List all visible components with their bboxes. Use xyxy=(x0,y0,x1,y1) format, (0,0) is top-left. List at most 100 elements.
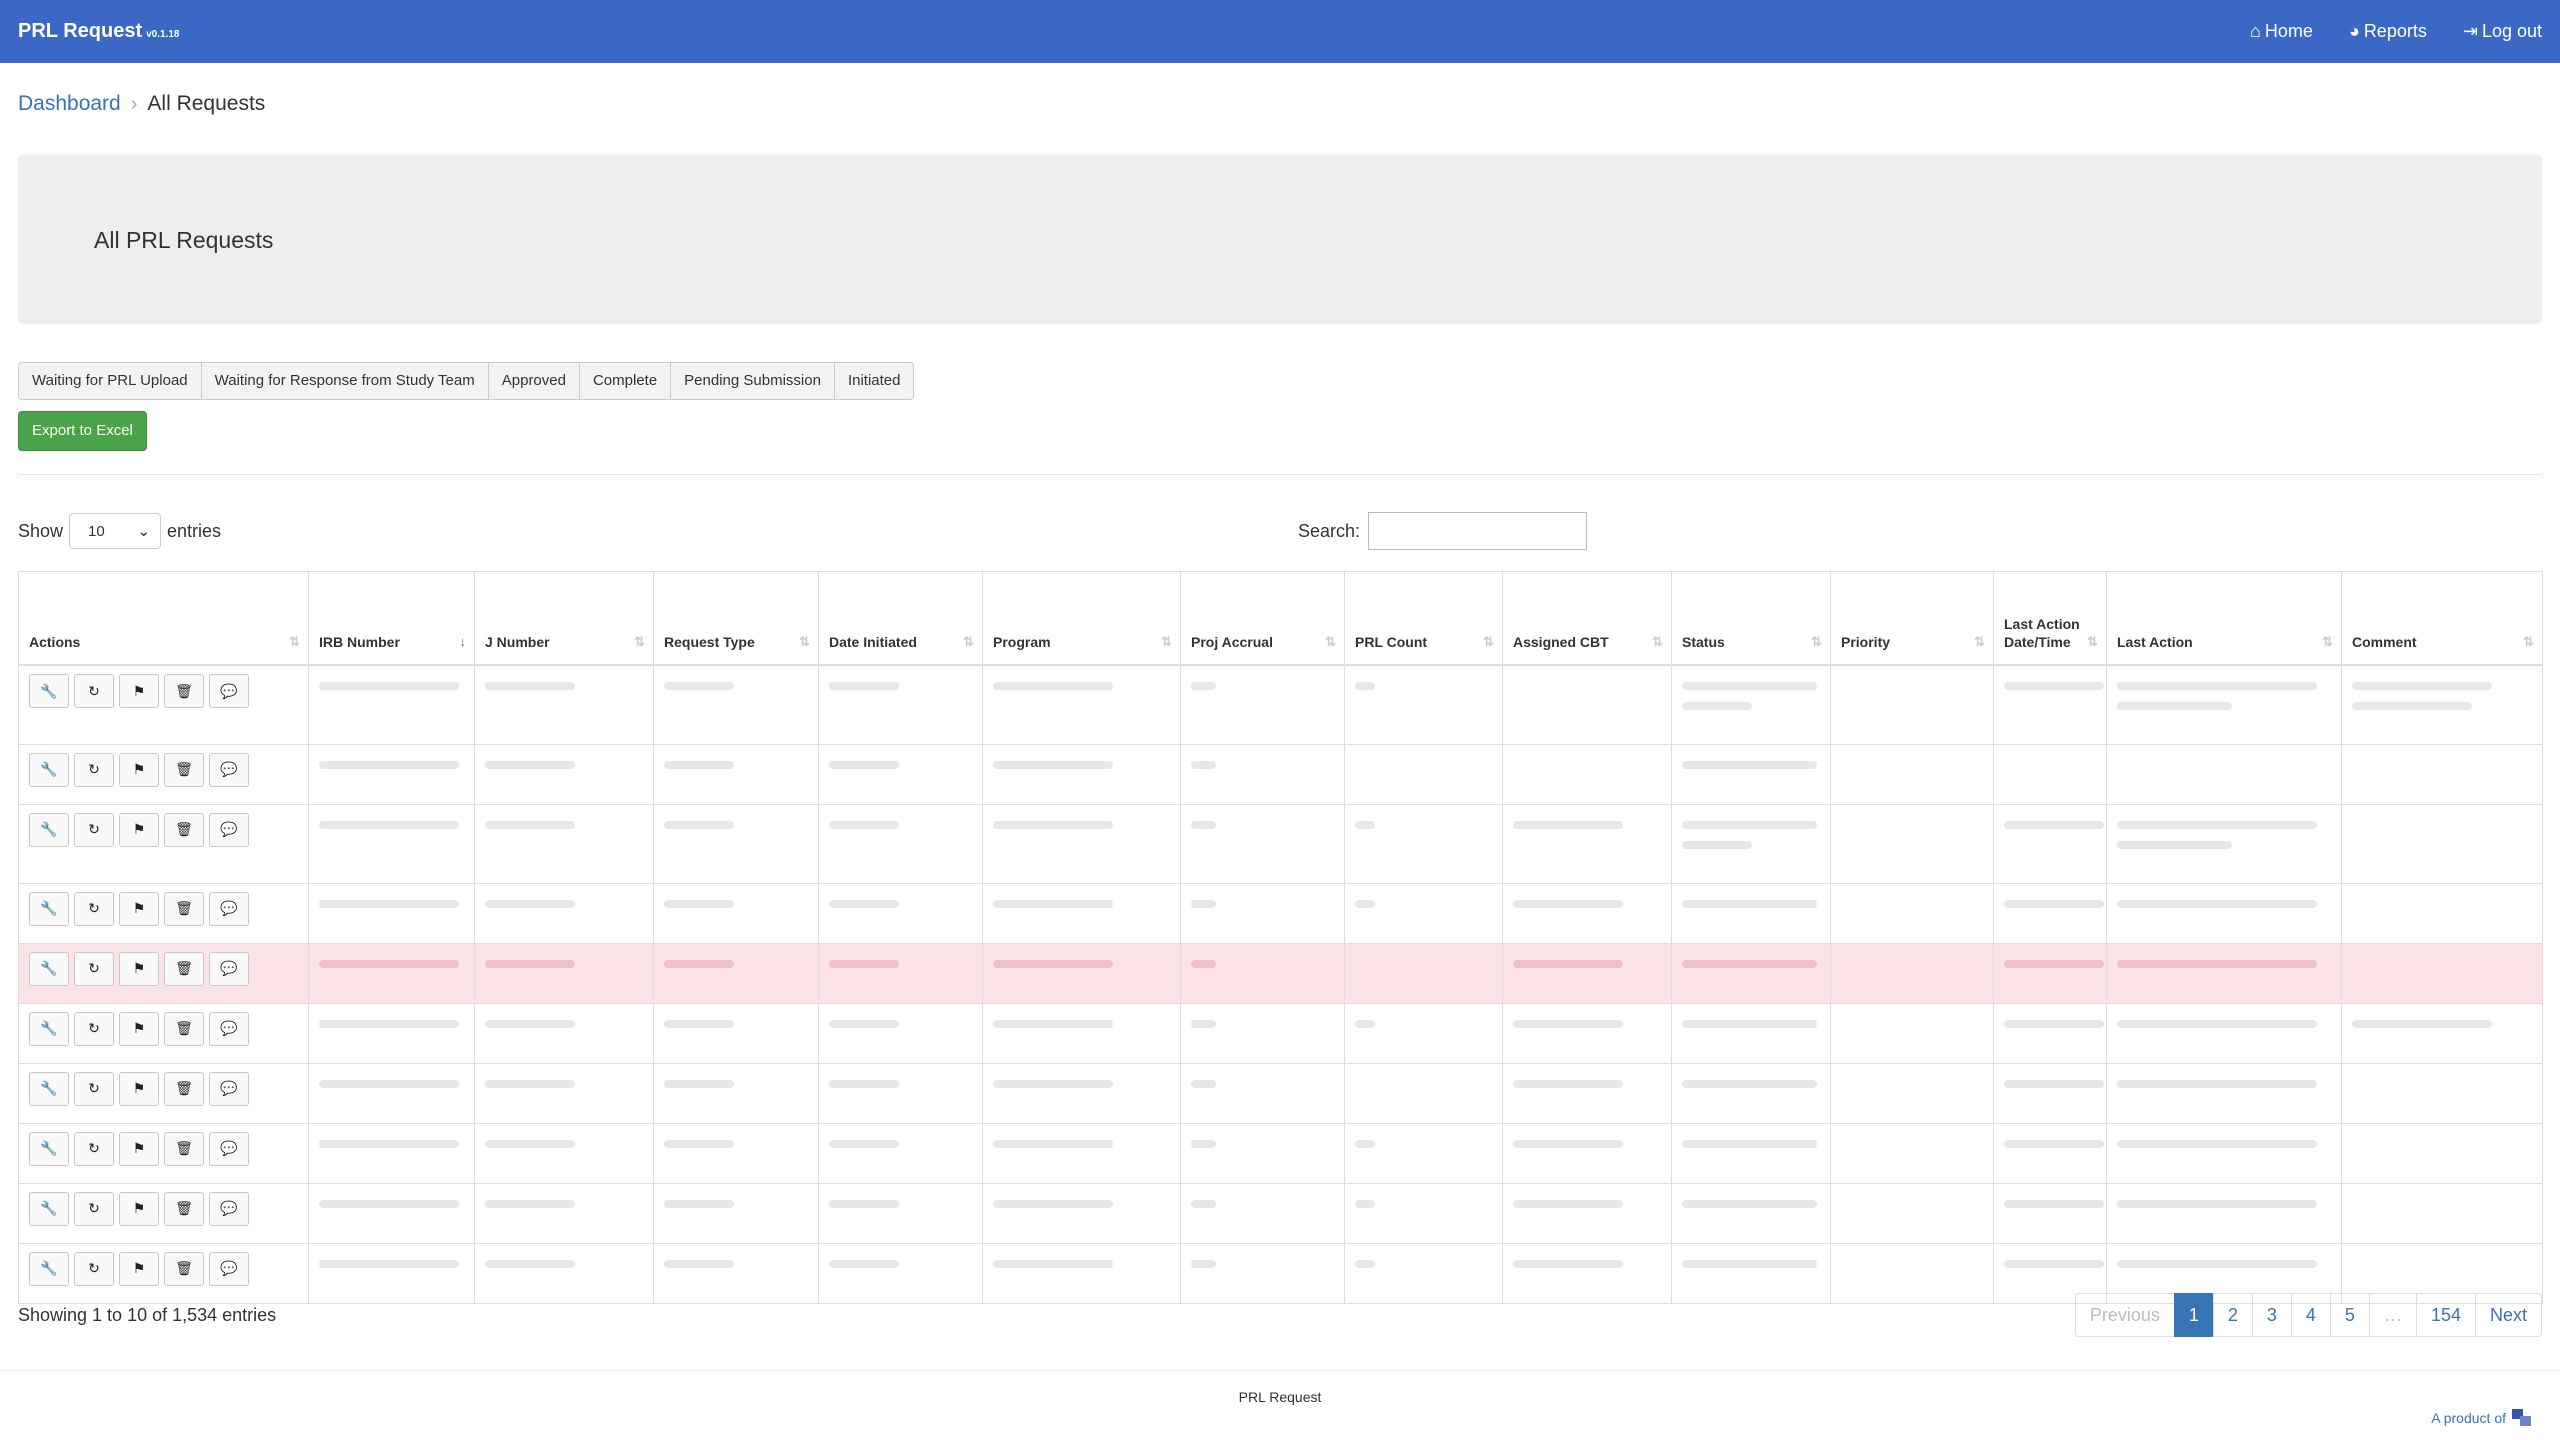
comment-button[interactable]: 💬 xyxy=(209,1011,249,1046)
footer-credit[interactable]: A product of xyxy=(2431,1409,2532,1427)
refresh-button[interactable]: ↻ xyxy=(74,1011,114,1046)
comment-button[interactable]: 💬 xyxy=(209,951,249,986)
nav-home[interactable]: ⌂ Home xyxy=(2250,21,2313,42)
column-header-assigned-cbt[interactable]: Assigned CBT ⇅ xyxy=(1502,571,1672,666)
comment-button[interactable]: 💬 xyxy=(209,812,249,847)
trash-button[interactable]: 🗑 xyxy=(164,1071,204,1106)
flag-button[interactable]: ⚑ xyxy=(119,812,159,847)
table-row[interactable]: 🔧 ↻ ⚑ 🗑 💬 xyxy=(18,1183,2543,1244)
column-header-j-number[interactable]: J Number ⇅ xyxy=(474,571,654,666)
trash-button[interactable]: 🗑 xyxy=(164,752,204,787)
column-header-proj-accrual[interactable]: Proj Accrual ⇅ xyxy=(1180,571,1345,666)
refresh-button[interactable]: ↻ xyxy=(74,812,114,847)
refresh-button[interactable]: ↻ xyxy=(74,1071,114,1106)
wrench-button[interactable]: 🔧 xyxy=(29,951,69,986)
brand[interactable]: PRL Request v0.1.18 xyxy=(18,20,179,43)
comment-button[interactable]: 💬 xyxy=(209,1071,249,1106)
trash-button[interactable]: 🗑 xyxy=(164,1191,204,1226)
pagination-next[interactable]: Next xyxy=(2474,1293,2542,1337)
column-header-date-initiated[interactable]: Date Initiated ⇅ xyxy=(818,571,983,666)
wrench-button[interactable]: 🔧 xyxy=(29,1071,69,1106)
comment-button[interactable]: 💬 xyxy=(209,1191,249,1226)
trash-button[interactable]: 🗑 xyxy=(164,951,204,986)
table-row[interactable]: 🔧 ↻ ⚑ 🗑 💬 xyxy=(18,1123,2543,1184)
redacted-text xyxy=(319,1259,459,1268)
table-cell-redacted xyxy=(818,1243,983,1304)
refresh-button[interactable]: ↻ xyxy=(74,752,114,787)
refresh-button[interactable]: ↻ xyxy=(74,674,114,708)
export-excel-button[interactable]: Export to Excel xyxy=(18,411,147,451)
entries-select[interactable]: 10 ⌄ xyxy=(69,513,162,549)
flag-button[interactable]: ⚑ xyxy=(119,891,159,926)
flag-button[interactable]: ⚑ xyxy=(119,1191,159,1226)
flag-button[interactable]: ⚑ xyxy=(119,951,159,986)
table-row[interactable]: 🔧 ↻ ⚑ 🗑 💬 xyxy=(18,883,2543,944)
redacted-text xyxy=(1682,840,1752,849)
trash-button[interactable]: 🗑 xyxy=(164,812,204,847)
refresh-button[interactable]: ↻ xyxy=(74,951,114,986)
page-1[interactable]: 1 xyxy=(2173,1293,2214,1337)
filter-approved[interactable]: Approved xyxy=(487,362,580,400)
trash-button[interactable]: 🗑 xyxy=(164,674,204,708)
column-header-last-action-date-time[interactable]: Last Action Date/Time ⇅ xyxy=(1993,571,2107,666)
table-row[interactable]: 🔧 ↻ ⚑ 🗑 💬 xyxy=(18,943,2543,1004)
column-header-priority[interactable]: Priority ⇅ xyxy=(1830,571,1994,666)
comment-button[interactable]: 💬 xyxy=(209,891,249,926)
pagination-previous[interactable]: Previous xyxy=(2074,1293,2175,1337)
comment-button[interactable]: 💬 xyxy=(209,752,249,787)
page-last[interactable]: 154 xyxy=(2415,1293,2476,1337)
trash-button[interactable]: 🗑 xyxy=(164,1251,204,1286)
comment-button[interactable]: 💬 xyxy=(209,1251,249,1286)
breadcrumb-dashboard[interactable]: Dashboard xyxy=(18,92,121,116)
nav-reports[interactable]: ◕ Reports xyxy=(2349,21,2427,42)
table-row[interactable]: 🔧 ↻ ⚑ 🗑 💬 xyxy=(18,1003,2543,1064)
wrench-button[interactable]: 🔧 xyxy=(29,752,69,787)
wrench-button[interactable]: 🔧 xyxy=(29,1131,69,1166)
wrench-button[interactable]: 🔧 xyxy=(29,1011,69,1046)
refresh-button[interactable]: ↻ xyxy=(74,1131,114,1166)
wrench-button[interactable]: 🔧 xyxy=(29,674,69,708)
column-header-irb-number[interactable]: IRB Number ↓ xyxy=(308,571,475,666)
column-header-actions[interactable]: Actions ⇅ xyxy=(18,571,309,666)
filter-pending-submission[interactable]: Pending Submission xyxy=(670,362,835,400)
column-header-status[interactable]: Status ⇅ xyxy=(1671,571,1831,666)
column-header-comment[interactable]: Comment ⇅ xyxy=(2341,571,2543,666)
wrench-button[interactable]: 🔧 xyxy=(29,891,69,926)
table-row[interactable]: 🔧 ↻ ⚑ 🗑 💬 xyxy=(18,665,2543,745)
table-row[interactable]: 🔧 ↻ ⚑ 🗑 💬 xyxy=(18,804,2543,884)
column-header-request-type[interactable]: Request Type ⇅ xyxy=(653,571,819,666)
page-3[interactable]: 3 xyxy=(2251,1293,2292,1337)
flag-button[interactable]: ⚑ xyxy=(119,752,159,787)
table-row[interactable]: 🔧 ↻ ⚑ 🗑 💬 xyxy=(18,1063,2543,1124)
page-2[interactable]: 2 xyxy=(2212,1293,2253,1337)
flag-button[interactable]: ⚑ xyxy=(119,1071,159,1106)
nav-logout[interactable]: ⇥ Log out xyxy=(2463,21,2542,42)
refresh-button[interactable]: ↻ xyxy=(74,1191,114,1226)
comment-button[interactable]: 💬 xyxy=(209,1131,249,1166)
filter-waiting-prl-upload[interactable]: Waiting for PRL Upload xyxy=(18,362,202,400)
redacted-text xyxy=(664,820,734,829)
filter-complete[interactable]: Complete xyxy=(578,362,672,400)
column-header-last-action[interactable]: Last Action ⇅ xyxy=(2106,571,2342,666)
search-input[interactable] xyxy=(1368,512,1588,550)
flag-button[interactable]: ⚑ xyxy=(119,1131,159,1166)
flag-button[interactable]: ⚑ xyxy=(119,1011,159,1046)
trash-button[interactable]: 🗑 xyxy=(164,891,204,926)
refresh-button[interactable]: ↻ xyxy=(74,1251,114,1286)
page-5[interactable]: 5 xyxy=(2329,1293,2370,1337)
comment-button[interactable]: 💬 xyxy=(209,674,249,708)
wrench-button[interactable]: 🔧 xyxy=(29,812,69,847)
trash-button[interactable]: 🗑 xyxy=(164,1131,204,1166)
column-header-prl-count[interactable]: PRL Count ⇅ xyxy=(1344,571,1503,666)
trash-button[interactable]: 🗑 xyxy=(164,1011,204,1046)
wrench-button[interactable]: 🔧 xyxy=(29,1251,69,1286)
flag-button[interactable]: ⚑ xyxy=(119,674,159,708)
page-4[interactable]: 4 xyxy=(2290,1293,2331,1337)
filter-initiated[interactable]: Initiated xyxy=(833,362,915,400)
wrench-button[interactable]: 🔧 xyxy=(29,1191,69,1226)
column-header-program[interactable]: Program ⇅ xyxy=(982,571,1181,666)
filter-waiting-study-team[interactable]: Waiting for Response from Study Team xyxy=(200,362,489,400)
table-row[interactable]: 🔧 ↻ ⚑ 🗑 💬 xyxy=(18,744,2543,805)
flag-button[interactable]: ⚑ xyxy=(119,1251,159,1286)
refresh-button[interactable]: ↻ xyxy=(74,891,114,926)
